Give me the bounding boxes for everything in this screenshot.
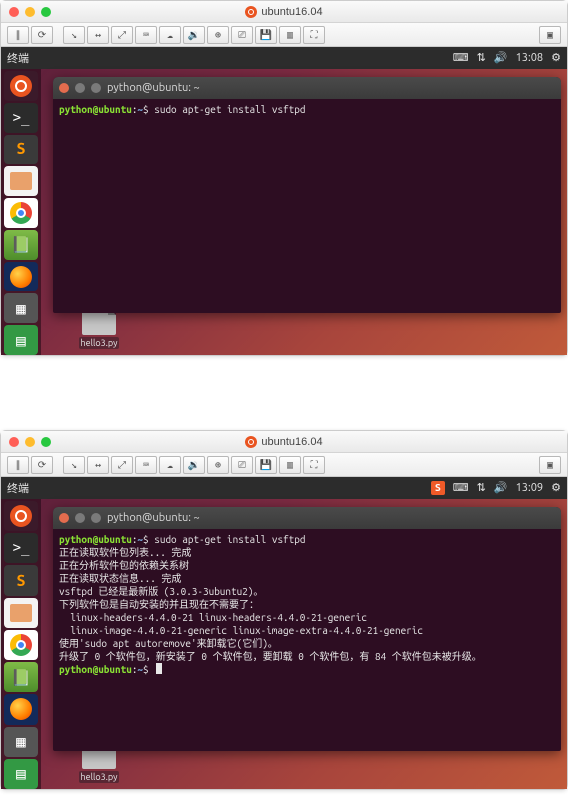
app-launcher-icon[interactable]: ▤ xyxy=(4,759,38,789)
files-launcher-icon[interactable] xyxy=(4,598,38,628)
ubuntu-icon xyxy=(245,436,257,448)
gnome-top-panel: 终端 S ⌨ ⇅ 🔊 13:09 ⚙ xyxy=(1,477,567,499)
file-label: hello3.py xyxy=(79,771,120,783)
tool-button[interactable]: ⊕ xyxy=(207,26,229,44)
term-close-icon[interactable] xyxy=(59,513,69,523)
tool-button[interactable]: ↘ xyxy=(63,456,85,474)
pause-button[interactable]: ∥ xyxy=(7,26,29,44)
vm-title-text: ubuntu16.04 xyxy=(261,436,322,448)
panel-app-name: 终端 xyxy=(7,480,29,496)
tool-button[interactable]: ☁ xyxy=(159,456,181,474)
keyboard-indicator-icon[interactable]: ⌨ xyxy=(453,53,469,64)
term-maximize-icon[interactable] xyxy=(91,83,101,93)
app-launcher-icon[interactable]: ▤ xyxy=(4,325,38,355)
mac-titlebar: ubuntu16.04 xyxy=(1,431,567,453)
term-minimize-icon[interactable] xyxy=(75,83,85,93)
tool-button[interactable]: ⌨ xyxy=(135,456,157,474)
vm-title-text: ubuntu16.04 xyxy=(261,6,322,18)
gear-icon[interactable]: ⚙ xyxy=(551,53,561,64)
tool-button[interactable]: ⊕ xyxy=(207,456,229,474)
tool-button[interactable]: ⎚ xyxy=(231,456,253,474)
firefox-launcher-icon[interactable] xyxy=(4,262,38,292)
snapshot-button[interactable]: ⟳ xyxy=(31,26,53,44)
terminal-launcher-icon[interactable]: >_ xyxy=(4,103,38,133)
terminal-body[interactable]: python@ubuntu:~$ sudo apt-get install vs… xyxy=(53,529,561,751)
ubuntu-desktop: 终端 ⌨ ⇅ 🔊 13:08 ⚙ >_ S 📗 ▦ ▤ hello3.py xyxy=(1,47,567,355)
book-launcher-icon[interactable]: 📗 xyxy=(4,230,38,260)
vm-title: ubuntu16.04 xyxy=(1,436,567,448)
tool-button[interactable]: ⤢ xyxy=(111,26,133,44)
files-launcher-icon[interactable] xyxy=(4,166,38,196)
network-indicator-icon[interactable]: ⇅ xyxy=(477,53,486,64)
settings-button[interactable]: ▣ xyxy=(539,26,561,44)
tool-button[interactable]: ⌨ xyxy=(135,26,157,44)
vm-window-top: ubuntu16.04 ∥ ⟳ ↘ ↔ ⤢ ⌨ ☁ 🔉 ⊕ ⎚ 💾 ▥ ⛶ ▣ … xyxy=(0,0,568,356)
tool-button[interactable]: ☁ xyxy=(159,26,181,44)
keyboard-indicator-icon[interactable]: ⌨ xyxy=(453,483,469,494)
terminal-body[interactable]: python@ubuntu:~$ sudo apt-get install vs… xyxy=(53,99,561,313)
tool-button[interactable]: 🔉 xyxy=(183,26,205,44)
terminal-titlebar: python@ubuntu: ~ xyxy=(53,77,561,99)
tool-button[interactable]: ↔ xyxy=(87,26,109,44)
tool-button[interactable]: ▥ xyxy=(279,456,301,474)
desktop-file[interactable]: hello3.py xyxy=(71,307,127,349)
app-launcher-icon[interactable]: ▦ xyxy=(4,727,38,757)
unity-launcher: >_ S 📗 ▦ ▤ xyxy=(1,69,41,355)
terminal-launcher-icon[interactable]: >_ xyxy=(4,533,38,563)
clock[interactable]: 13:09 xyxy=(516,483,544,494)
terminal-window: python@ubuntu: ~ python@ubuntu:~$ sudo a… xyxy=(53,77,561,313)
app-launcher-icon[interactable]: ▦ xyxy=(4,293,38,323)
tool-button[interactable]: ↘ xyxy=(63,26,85,44)
sogou-ime-icon[interactable]: S xyxy=(431,481,445,495)
volume-indicator-icon[interactable]: 🔊 xyxy=(494,483,508,494)
tool-button[interactable]: ⤢ xyxy=(111,456,133,474)
vm-toolbar: ∥ ⟳ ↘ ↔ ⤢ ⌨ ☁ 🔉 ⊕ ⎚ 💾 ▥ ⛶ ▣ xyxy=(1,453,567,477)
terminal-title: python@ubuntu: ~ xyxy=(107,82,200,94)
tool-button[interactable]: 💾 xyxy=(255,26,277,44)
vm-window-bottom: ubuntu16.04 ∥ ⟳ ↘ ↔ ⤢ ⌨ ☁ 🔉 ⊕ ⎚ 💾 ▥ ⛶ ▣ … xyxy=(0,430,568,790)
terminal-window: python@ubuntu: ~ python@ubuntu:~$ sudo a… xyxy=(53,507,561,751)
firefox-launcher-icon[interactable] xyxy=(4,694,38,724)
chrome-launcher-icon[interactable] xyxy=(4,630,38,660)
dash-icon[interactable] xyxy=(4,501,38,531)
gnome-top-panel: 终端 ⌨ ⇅ 🔊 13:08 ⚙ xyxy=(1,47,567,69)
pause-button[interactable]: ∥ xyxy=(7,456,29,474)
tool-button[interactable]: 💾 xyxy=(255,456,277,474)
tool-button[interactable]: ⎚ xyxy=(231,26,253,44)
snapshot-button[interactable]: ⟳ xyxy=(31,456,53,474)
book-launcher-icon[interactable]: 📗 xyxy=(4,662,38,692)
vm-toolbar: ∥ ⟳ ↘ ↔ ⤢ ⌨ ☁ 🔉 ⊕ ⎚ 💾 ▥ ⛶ ▣ xyxy=(1,23,567,47)
terminal-title: python@ubuntu: ~ xyxy=(107,512,200,524)
gear-icon[interactable]: ⚙ xyxy=(551,483,561,494)
ubuntu-icon xyxy=(245,6,257,18)
tool-button[interactable]: ▥ xyxy=(279,26,301,44)
sublime-launcher-icon[interactable]: S xyxy=(4,135,38,165)
settings-button[interactable]: ▣ xyxy=(539,456,561,474)
tool-button[interactable]: ⛶ xyxy=(303,26,325,44)
term-minimize-icon[interactable] xyxy=(75,513,85,523)
file-label: hello3.py xyxy=(79,337,120,349)
unity-launcher: >_ S 📗 ▦ ▤ xyxy=(1,499,41,789)
panel-app-name: 终端 xyxy=(7,50,29,66)
volume-indicator-icon[interactable]: 🔊 xyxy=(494,53,508,64)
terminal-titlebar: python@ubuntu: ~ xyxy=(53,507,561,529)
sublime-launcher-icon[interactable]: S xyxy=(4,565,38,595)
dash-icon[interactable] xyxy=(4,71,38,101)
term-close-icon[interactable] xyxy=(59,83,69,93)
mac-titlebar: ubuntu16.04 xyxy=(1,1,567,23)
term-maximize-icon[interactable] xyxy=(91,513,101,523)
tool-button[interactable]: ⛶ xyxy=(303,456,325,474)
network-indicator-icon[interactable]: ⇅ xyxy=(477,483,486,494)
vm-title: ubuntu16.04 xyxy=(1,6,567,18)
tool-button[interactable]: 🔉 xyxy=(183,456,205,474)
ubuntu-desktop: 终端 S ⌨ ⇅ 🔊 13:09 ⚙ >_ S 📗 ▦ ▤ hello3.py xyxy=(1,477,567,789)
tool-button[interactable]: ↔ xyxy=(87,456,109,474)
clock[interactable]: 13:08 xyxy=(516,53,544,64)
chrome-launcher-icon[interactable] xyxy=(4,198,38,228)
